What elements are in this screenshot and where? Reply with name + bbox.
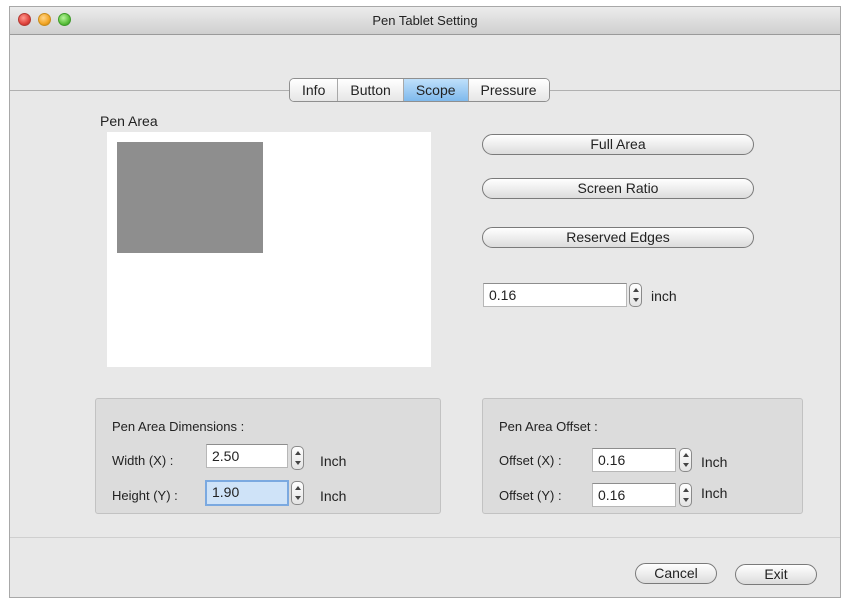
offset-title: Pen Area Offset :	[499, 419, 598, 434]
stepper-up-icon[interactable]	[295, 451, 301, 455]
tab-scope[interactable]: Scope	[403, 79, 469, 101]
stepper-up-icon[interactable]	[295, 486, 301, 490]
pen-area-preview	[107, 132, 431, 367]
pen-area-offset-group: Pen Area Offset : Offset (X) : 0.16 Inch…	[482, 398, 803, 514]
stepper-up-icon[interactable]	[683, 488, 689, 492]
stepper-down-icon[interactable]	[633, 298, 639, 302]
offset-y-stepper[interactable]	[679, 483, 692, 507]
offset-y-input[interactable]: 0.16	[592, 483, 676, 507]
offset-x-stepper[interactable]	[679, 448, 692, 472]
stepper-up-icon[interactable]	[633, 288, 639, 292]
window-title: Pen Tablet Setting	[372, 13, 478, 28]
width-stepper[interactable]	[291, 446, 304, 470]
pen-area-rectangle[interactable]	[117, 142, 263, 253]
stepper-down-icon[interactable]	[683, 498, 689, 502]
stepper-down-icon[interactable]	[295, 496, 301, 500]
reserved-edge-input[interactable]: 0.16	[483, 283, 627, 307]
stepper-down-icon[interactable]	[683, 463, 689, 467]
tab-info[interactable]: Info	[290, 79, 339, 101]
offset-y-unit: Inch	[701, 485, 728, 501]
tab-button[interactable]: Button	[338, 79, 404, 101]
reserved-edges-button[interactable]: Reserved Edges	[482, 227, 754, 248]
height-unit: Inch	[320, 488, 347, 504]
exit-button[interactable]: Exit	[735, 564, 817, 585]
offset-x-unit: Inch	[701, 454, 728, 470]
stepper-down-icon[interactable]	[295, 461, 301, 465]
offset-x-label: Offset (X) :	[499, 453, 562, 468]
width-label: Width (X) :	[112, 453, 174, 468]
height-input[interactable]: 1.90	[205, 480, 289, 506]
offset-x-input[interactable]: 0.16	[592, 448, 676, 472]
pen-area-label: Pen Area	[100, 113, 158, 129]
footer-divider	[10, 537, 840, 538]
pen-area-dimensions-group: Pen Area Dimensions : Width (X) : 2.50 I…	[95, 398, 441, 514]
cancel-button[interactable]: Cancel	[635, 563, 717, 584]
offset-y-label: Offset (Y) :	[499, 488, 562, 503]
dimensions-title: Pen Area Dimensions :	[112, 419, 245, 434]
screen-ratio-button[interactable]: Screen Ratio	[482, 178, 754, 199]
stepper-up-icon[interactable]	[683, 453, 689, 457]
height-label: Height (Y) :	[112, 488, 178, 503]
tab-bar: Info Button Scope Pressure	[289, 78, 550, 102]
pen-tablet-window: Pen Tablet Setting Info Button Scope Pre…	[9, 6, 841, 598]
tab-pressure[interactable]: Pressure	[468, 79, 549, 101]
title-bar: Pen Tablet Setting	[10, 7, 840, 35]
reserved-edge-stepper[interactable]	[629, 283, 642, 307]
width-input[interactable]: 2.50	[206, 444, 288, 468]
height-stepper[interactable]	[291, 481, 304, 505]
width-unit: Inch	[320, 453, 347, 469]
reserved-edge-unit: inch	[651, 288, 677, 304]
full-area-button[interactable]: Full Area	[482, 134, 754, 155]
